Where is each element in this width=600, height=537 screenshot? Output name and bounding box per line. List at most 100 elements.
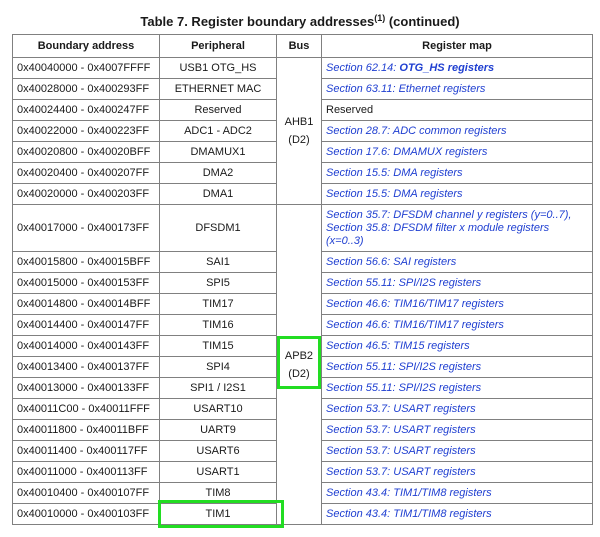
- register-map-cell: Section 35.7: DFSDM channel y registers …: [321, 204, 593, 252]
- boundary-address-cell: 0x40014800 - 0x40014BFF: [12, 293, 160, 315]
- register-map-section: Section 17.6: DMAMUX registers: [326, 145, 488, 158]
- boundary-address-cell: 0x40014400 - 0x400147FF: [12, 314, 160, 336]
- register-map-link[interactable]: Section 35.7: DFSDM channel y registers …: [326, 209, 588, 222]
- peripheral-cell: DFSDM1: [159, 204, 277, 252]
- boundary-address-cell: 0x40011800 - 0x40011BFF: [12, 419, 160, 441]
- register-map-section: Section 55.11: SPI/I2S registers: [326, 360, 482, 373]
- peripheral-cell: DMAMUX1: [159, 141, 277, 163]
- peripheral-cell: TIM16: [159, 314, 277, 336]
- boundary-address-cell: 0x40017000 - 0x400173FF: [12, 204, 160, 252]
- caption-suffix: (continued): [385, 14, 460, 29]
- register-map-link[interactable]: Section 17.6: DMAMUX registers: [326, 146, 487, 158]
- register-map-section: Section 53.7: USART registers: [326, 423, 476, 436]
- register-map-cell: Section 62.14: OTG_HS registers: [321, 57, 593, 79]
- bus-domain: (D2): [288, 367, 310, 380]
- register-map-cell: Section 15.5: DMA registers: [321, 183, 593, 205]
- peripheral-cell: TIM8: [159, 482, 277, 504]
- boundary-address-cell: 0x40013400 - 0x400137FF: [12, 356, 160, 378]
- boundary-address-cell: 0x40020400 - 0x400207FF: [12, 162, 160, 184]
- peripheral-cell: SPI1 / I2S1: [159, 377, 277, 399]
- peripheral-cell: ETHERNET MAC: [159, 78, 277, 100]
- register-map-cell: Section 53.7: USART registers: [321, 440, 593, 462]
- register-map-cell: Section 56.6: SAI registers: [321, 251, 593, 273]
- register-map-link[interactable]: (x=0..3): [326, 235, 588, 248]
- register-map-cell: Section 46.5: TIM15 registers: [321, 335, 593, 357]
- header-register-map: Register map: [321, 34, 593, 58]
- boundary-address-cell: 0x40010400 - 0x400107FF: [12, 482, 160, 504]
- peripheral-cell: TIM1: [159, 503, 277, 525]
- caption-text: Table 7. Register boundary addresses: [140, 14, 375, 29]
- register-map-section: Section 55.11: SPI/I2S registers: [326, 381, 482, 394]
- register-map-link[interactable]: Section 55.11: SPI/I2S registers: [326, 277, 481, 289]
- register-map-link[interactable]: Section 63.11: Ethernet registers: [326, 83, 485, 95]
- table-caption: Table 7. Register boundary addresses(1) …: [0, 13, 600, 29]
- register-map-cell: Reserved: [321, 99, 593, 121]
- table-row: 0x40017000 - 0x400173FF DFSDM1 APB2 (D2) Sec…: [12, 204, 593, 525]
- register-map-section: Section 53.7: USART registers: [326, 465, 476, 478]
- boundary-address-cell: 0x40011C00 - 0x40011FFF: [12, 398, 160, 420]
- peripheral-cell: TIM15: [159, 335, 277, 357]
- boundary-address-cell: 0x40024400 - 0x400247FF: [12, 99, 160, 121]
- register-map-link[interactable]: Section 55.11: SPI/I2S registers: [326, 382, 481, 394]
- bus-name: APB2: [284, 349, 314, 362]
- register-map-section: Section 62.14:: [326, 61, 400, 74]
- register-map-link[interactable]: Section 46.6: TIM16/TIM17 registers: [326, 319, 504, 331]
- register-map-cell: Section 43.4: TIM1/TIM8 registers: [321, 503, 593, 525]
- register-map-section: Section 55.11: SPI/I2S registers: [326, 276, 482, 289]
- register-map-section: Section 15.5: DMA registers: [326, 166, 463, 179]
- register-map-link[interactable]: Section 15.5: DMA registers: [326, 167, 463, 179]
- register-map-link[interactable]: Section 46.6: TIM16/TIM17 registers: [326, 298, 504, 310]
- register-map-cell: Section 53.7: USART registers: [321, 398, 593, 420]
- register-map-section: Section 43.4: TIM1/TIM8 registers: [326, 486, 492, 499]
- register-map-link[interactable]: Section 53.7: USART registers: [326, 403, 476, 415]
- register-map-section: Section 53.7: USART registers: [326, 402, 476, 415]
- boundary-address-cell: 0x40014000 - 0x400143FF: [12, 335, 160, 357]
- boundary-address-cell: 0x40015000 - 0x400153FF: [12, 272, 160, 294]
- register-map-section: Section 28.7: ADC common registers: [326, 124, 507, 137]
- boundary-address-cell: 0x40011400 - 0x400117FF: [12, 440, 160, 462]
- register-map-cell: Section 55.11: SPI/I2S registers: [321, 272, 593, 294]
- register-map-cell: Section 63.11: Ethernet registers: [321, 78, 593, 100]
- caption-footnote-ref[interactable]: (1): [374, 13, 385, 23]
- table-row: 0x40040000 - 0x4007FFFF USB1 OTG_HS AHB1 (D…: [12, 57, 593, 205]
- peripheral-cell: SPI5: [159, 272, 277, 294]
- register-map-cell: Section 55.11: SPI/I2S registers: [321, 377, 593, 399]
- register-map-cell: Section 15.5: DMA registers: [321, 162, 593, 184]
- register-map-link[interactable]: Section 53.7: USART registers: [326, 466, 476, 478]
- boundary-address-cell: 0x40040000 - 0x4007FFFF: [12, 57, 160, 79]
- register-map-link[interactable]: Section 56.6: SAI registers: [326, 256, 456, 268]
- header-bus: Bus: [276, 34, 322, 58]
- register-map-link[interactable]: Section 46.5: TIM15 registers: [326, 340, 470, 352]
- register-map-section: Section 63.11: Ethernet registers: [326, 82, 486, 95]
- register-map-section: Section 43.4: TIM1/TIM8 registers: [326, 507, 492, 520]
- peripheral-cell: SAI1: [159, 251, 277, 273]
- peripheral-cell: DMA1: [159, 183, 277, 205]
- register-map-link[interactable]: Section 43.4: TIM1/TIM8 registers: [326, 487, 492, 499]
- register-map-link[interactable]: Section 62.14: OTG_HS registers: [326, 62, 494, 74]
- register-map-section: Section 46.6: TIM16/TIM17 registers: [326, 318, 504, 331]
- register-map-cell: Section 46.6: TIM16/TIM17 registers: [321, 314, 593, 336]
- register-map-section: Section 15.5: DMA registers: [326, 187, 463, 200]
- register-map-link[interactable]: Section 15.5: DMA registers: [326, 188, 463, 200]
- register-map-section: Section 53.7: USART registers: [326, 444, 476, 457]
- bus-name: AHB1: [284, 116, 314, 128]
- peripheral-cell: USART6: [159, 440, 277, 462]
- bus-cell: APB2 (D2): [276, 204, 322, 525]
- peripheral-cell: SPI4: [159, 356, 277, 378]
- boundary-address-cell: 0x40013000 - 0x400133FF: [12, 377, 160, 399]
- register-map-link[interactable]: Section 53.7: USART registers: [326, 424, 476, 436]
- register-map-cell: Section 53.7: USART registers: [321, 419, 593, 441]
- peripheral-cell: USART10: [159, 398, 277, 420]
- register-map-cell: Section 46.6: TIM16/TIM17 registers: [321, 293, 593, 315]
- boundary-address-cell: 0x40028000 - 0x400293FF: [12, 78, 160, 100]
- register-map-section: Section 56.6: SAI registers: [326, 255, 457, 268]
- peripheral-cell: USART1: [159, 461, 277, 483]
- register-map-link[interactable]: Section 43.4: TIM1/TIM8 registers: [326, 508, 492, 520]
- register-map-link[interactable]: Section 28.7: ADC common registers: [326, 125, 507, 137]
- peripheral-cell: TIM17: [159, 293, 277, 315]
- register-map-link[interactable]: Section 55.11: SPI/I2S registers: [326, 361, 481, 373]
- register-map-section: Section 46.6: TIM16/TIM17 registers: [326, 297, 504, 310]
- register-map-link[interactable]: Section 53.7: USART registers: [326, 445, 476, 457]
- peripheral-cell: ADC1 - ADC2: [159, 120, 277, 142]
- register-map-link[interactable]: Section 35.8: DFSDM filter x module regi…: [326, 222, 588, 235]
